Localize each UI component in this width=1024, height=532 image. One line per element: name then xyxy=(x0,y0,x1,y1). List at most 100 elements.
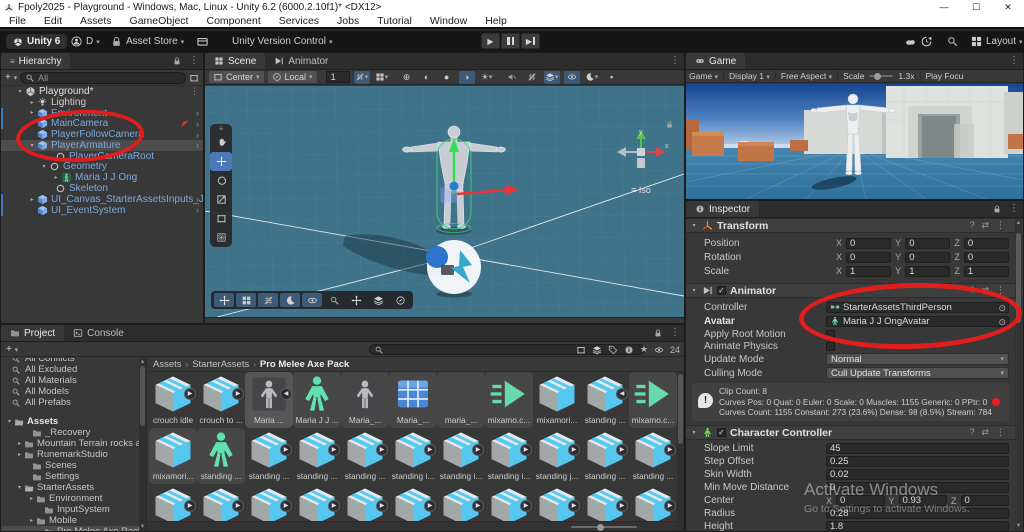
grid-overlay-icon[interactable] xyxy=(258,293,278,307)
expand-arrow-icon[interactable]: ▸ xyxy=(27,109,37,116)
value-field[interactable]: 0.02 xyxy=(826,469,1009,480)
display-dropdown[interactable]: Display 1 ▾ xyxy=(729,71,770,81)
step-button[interactable]: ▶ xyxy=(521,33,540,49)
lighting-toggle[interactable]: ● xyxy=(439,71,455,84)
hierarchy-item[interactable]: UI_EventSystem › xyxy=(1,205,203,216)
z-field[interactable]: 0 xyxy=(964,238,1009,249)
expand-arrow-icon[interactable]: ▸ xyxy=(15,440,24,447)
center-y-field[interactable]: 0.93 xyxy=(899,495,947,506)
layers-toggle[interactable]: ▾ xyxy=(544,71,560,84)
expand-arrow-icon[interactable]: ▾ xyxy=(15,484,24,491)
menu-item[interactable]: Component xyxy=(197,15,269,27)
kebab-menu-icon[interactable]: ⋮ xyxy=(996,427,1005,438)
prefab-open-chevron[interactable]: › xyxy=(196,140,199,150)
asset-item[interactable]: ▶ crouch idle xyxy=(149,372,197,428)
asset-item[interactable]: mixamori... xyxy=(149,428,197,484)
object-picker-icon[interactable]: ⊙ xyxy=(998,317,1006,327)
subasset-expand-toggle[interactable]: ▶ xyxy=(184,500,196,512)
z-field[interactable]: 1 xyxy=(964,266,1009,277)
fold-arrow-icon[interactable]: ▾ xyxy=(690,429,698,436)
kebab-menu-icon[interactable]: ⋮ xyxy=(189,55,199,66)
transform-tool-button[interactable] xyxy=(210,228,232,247)
prefab-open-chevron[interactable]: › xyxy=(196,194,199,204)
x-field[interactable]: 0 xyxy=(846,252,891,263)
avatar-object-field[interactable]: Maria J J OngAvatar ⊙ xyxy=(826,316,1009,327)
subasset-expand-toggle[interactable]: ▶ xyxy=(664,444,676,456)
hierarchy-item[interactable]: ▸ Maria J J Ong xyxy=(1,172,203,183)
favorite-search-item[interactable]: All Prefabs xyxy=(1,397,146,408)
x-field[interactable]: 0 xyxy=(846,238,891,249)
skybox-toggle[interactable]: ◑ xyxy=(459,71,475,84)
expand-arrow-icon[interactable]: ▾ xyxy=(39,163,49,170)
pivot-dropdown[interactable]: Center▾ xyxy=(209,71,264,83)
shaded-wireframe-toggle[interactable]: ◐ xyxy=(419,71,435,84)
gizmo-lock-icon[interactable] xyxy=(665,120,674,129)
asset-item[interactable]: Maria_... xyxy=(341,372,389,428)
help-icon[interactable]: ? xyxy=(969,427,974,438)
asset-item[interactable]: ▶ standing ... xyxy=(245,428,293,484)
hierarchy-item[interactable]: Skeleton xyxy=(1,183,203,194)
kebab-menu-icon[interactable]: ⋮ xyxy=(670,327,680,338)
expand-arrow-icon[interactable]: ▸ xyxy=(27,196,37,203)
folder-tree-item[interactable]: ▸ Mobile xyxy=(1,515,146,526)
folder-tree-item[interactable]: Pro Melee Axe Pack xyxy=(1,526,146,531)
increment-snap-toggle[interactable]: ▾ xyxy=(374,71,390,84)
value-field[interactable]: 45 xyxy=(826,443,1009,454)
hierarchy-item[interactable]: MainCamera › xyxy=(1,118,203,129)
asset-item[interactable]: ▶ standing ... xyxy=(581,428,629,484)
breadcrumb-item[interactable]: StarterAssets xyxy=(192,359,249,370)
fx-dropdown[interactable]: ☀▾ xyxy=(479,71,495,84)
subasset-expand-toggle[interactable]: ▶ xyxy=(280,500,292,512)
subasset-expand-toggle[interactable]: ▶ xyxy=(520,444,532,456)
visibility-overlay-icon[interactable] xyxy=(302,293,322,307)
axis-gizmo[interactable]: y x xyxy=(612,126,670,178)
scene-visibility-toggle[interactable] xyxy=(564,71,580,84)
maximize-button[interactable]: ☐ xyxy=(960,0,992,15)
move-tool-button[interactable] xyxy=(210,152,232,171)
account-dropdown[interactable]: D▾ xyxy=(70,34,100,49)
close-button[interactable]: ✕ xyxy=(992,0,1024,15)
inspector-scrollbar[interactable]: ▲▼ xyxy=(1015,219,1022,530)
controller-object-field[interactable]: StarterAssetsThirdPerson ⊙ xyxy=(826,302,1009,313)
menu-item[interactable]: Jobs xyxy=(328,15,368,27)
center-x-field[interactable]: 0 xyxy=(836,495,884,506)
draw-mode-toggle[interactable]: ⊕ xyxy=(399,71,415,84)
expand-arrow-icon[interactable]: ▸ xyxy=(27,517,36,524)
subasset-expand-toggle[interactable]: ▶ xyxy=(232,388,244,400)
minimize-button[interactable]: — xyxy=(928,0,960,15)
hierarchy-item[interactable]: ▸ UI_Canvas_StarterAssetsInputs_Joys › xyxy=(1,194,203,205)
subasset-expand-toggle[interactable]: ▶ xyxy=(568,444,580,456)
game-viewport[interactable] xyxy=(686,84,1023,199)
tab-console[interactable]: Console xyxy=(64,325,133,341)
prefab-open-chevron[interactable]: › xyxy=(196,205,199,215)
kebab-menu-icon[interactable]: ⋮ xyxy=(670,55,680,66)
asset-item[interactable]: mixamo.c... xyxy=(485,372,533,428)
scale-tool-button[interactable] xyxy=(210,190,232,209)
orientation-overlay-icon[interactable] xyxy=(236,293,256,307)
favorite-search-item[interactable]: All Excluded xyxy=(1,364,146,375)
search-overlay-icon[interactable] xyxy=(324,293,344,307)
hierarchy-item[interactable]: ▾ Playground* ⋮ xyxy=(1,86,203,97)
layers-overlay-icon[interactable] xyxy=(368,293,388,307)
asset-item[interactable]: ▶ standing i... xyxy=(389,428,437,484)
rotate-tool-button[interactable] xyxy=(210,171,232,190)
asset-item[interactable]: ▶ standing ... xyxy=(629,428,677,484)
breadcrumb-item[interactable]: Assets xyxy=(153,359,182,370)
scene-2d-toggle[interactable] xyxy=(504,71,520,84)
dropdown-field[interactable]: Normal▾ xyxy=(826,353,1009,365)
favorite-search-item[interactable]: All Materials xyxy=(1,375,146,386)
orientation-dropdown[interactable]: Local▾ xyxy=(268,71,317,83)
folder-tree-item[interactable]: ▾ Assets xyxy=(1,416,146,427)
subasset-expand-toggle[interactable]: ▶ xyxy=(184,388,196,400)
lock-icon[interactable] xyxy=(653,328,663,338)
expand-arrow-icon[interactable]: ▾ xyxy=(27,142,37,149)
subasset-expand-toggle[interactable]: ▶ xyxy=(520,500,532,512)
tree-scrollbar[interactable]: ▲▼ xyxy=(139,358,146,531)
asset-item[interactable]: ▶ standing i... xyxy=(485,428,533,484)
play-focused-dropdown[interactable]: Play Focu xyxy=(926,71,964,81)
aspect-dropdown[interactable]: Free Aspect ▾ xyxy=(781,71,832,81)
hierarchy-item[interactable]: PlayerFollowCamera › xyxy=(1,129,203,140)
z-field[interactable]: 0 xyxy=(964,252,1009,263)
asset-item[interactable]: standing ... xyxy=(197,428,245,484)
object-picker-icon[interactable]: ⊙ xyxy=(998,303,1006,313)
